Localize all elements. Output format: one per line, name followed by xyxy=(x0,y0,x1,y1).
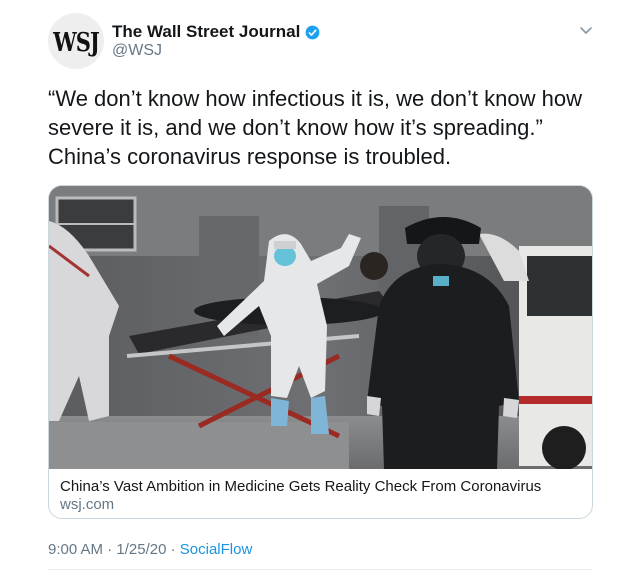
card-domain: wsj.com xyxy=(60,496,115,513)
author-name-label: The Wall Street Journal xyxy=(112,22,301,41)
chevron-down-icon[interactable] xyxy=(579,26,593,36)
source-link[interactable]: SocialFlow xyxy=(180,541,253,558)
tweet-time[interactable]: 9:00 AM xyxy=(48,541,103,558)
avatar[interactable]: WSJ xyxy=(48,13,104,69)
tweet-text: “We don’t know how infectious it is, we … xyxy=(48,86,582,169)
author-name[interactable]: The Wall Street Journal xyxy=(112,22,320,42)
card-title[interactable]: China’s Vast Ambition in Medicine Gets R… xyxy=(60,478,541,495)
tweet-meta: 9:00 AM · 1/25/20 · SocialFlow xyxy=(48,541,252,558)
author-handle[interactable]: @WSJ xyxy=(112,42,162,60)
divider xyxy=(48,569,592,570)
verified-icon xyxy=(305,25,320,39)
link-card[interactable]: China’s Vast Ambition in Medicine Gets R… xyxy=(48,185,593,519)
meta-separator: · xyxy=(170,541,176,558)
tweet: WSJ The Wall Street Journal @WSJ “We don… xyxy=(0,0,640,573)
meta-separator: · xyxy=(107,541,113,558)
wsj-logo: WSJ xyxy=(53,25,100,57)
tweet-date[interactable]: 1/25/20 xyxy=(116,541,166,558)
card-image[interactable] xyxy=(49,186,592,469)
